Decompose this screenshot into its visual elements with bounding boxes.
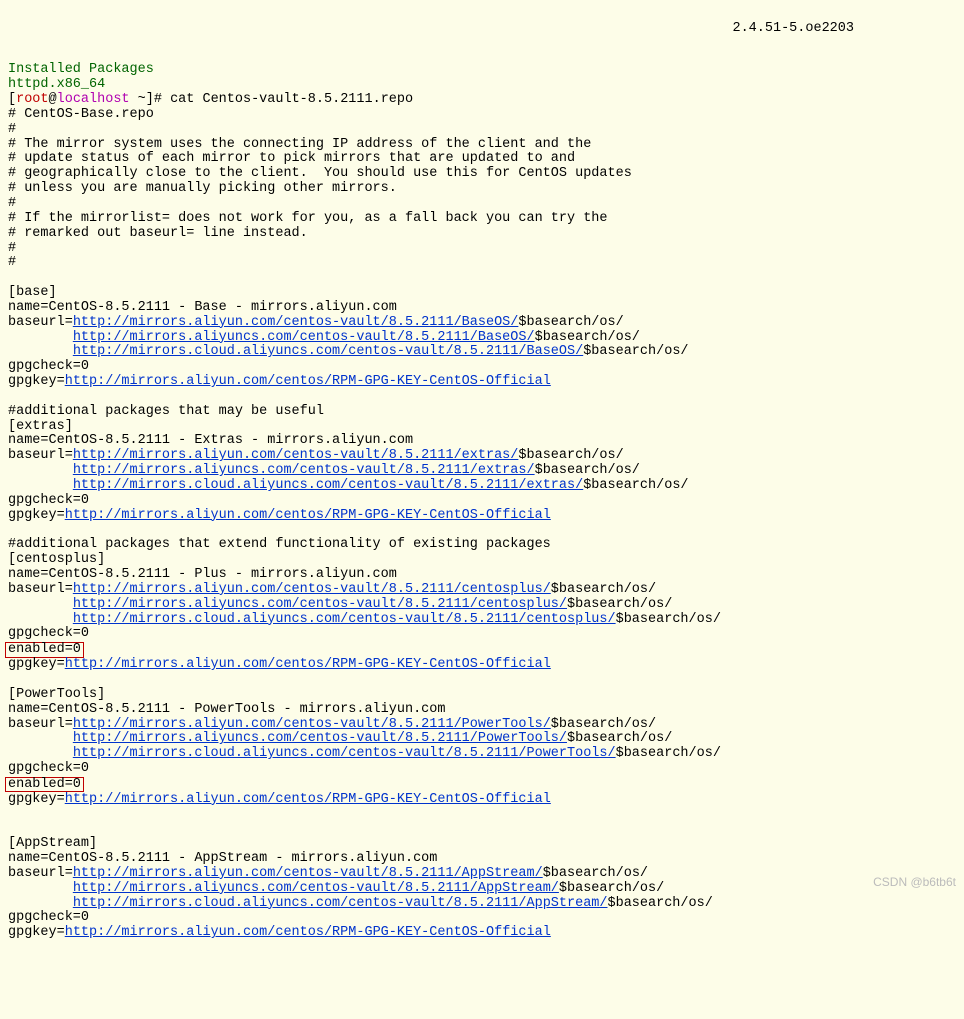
section-powertools: [PowerTools]: [8, 687, 105, 702]
gpgcheck: gpgcheck=0: [8, 626, 89, 641]
prompt-open: [: [8, 92, 16, 107]
repo-name: name=CentOS-8.5.2111 - PowerTools - mirr…: [8, 702, 445, 717]
baseurl-suffix: $basearch/os/: [608, 896, 713, 911]
baseurl-suffix: $basearch/os/: [559, 881, 664, 896]
indent: [8, 896, 73, 911]
gpgkey-prefix: gpgkey=: [8, 374, 65, 389]
baseurl-prefix: baseurl=: [8, 315, 73, 330]
baseurl-suffix: $basearch/os/: [567, 597, 672, 612]
indent: [8, 881, 73, 896]
indent: [8, 612, 73, 627]
comment-line: #: [8, 255, 16, 270]
comment-line: #: [8, 122, 16, 137]
comment-line: #additional packages that extend functio…: [8, 537, 551, 552]
comment-line: #: [8, 196, 16, 211]
baseurl-suffix: $basearch/os/: [551, 582, 656, 597]
indent: [8, 731, 73, 746]
baseurl-link[interactable]: http://mirrors.aliyun.com/centos-vault/8…: [73, 582, 551, 597]
gpgkey-prefix: gpgkey=: [8, 925, 65, 940]
gpgkey-prefix: gpgkey=: [8, 657, 65, 672]
gpgkey-link[interactable]: http://mirrors.aliyun.com/centos/RPM-GPG…: [65, 792, 551, 807]
baseurl-suffix: $basearch/os/: [551, 717, 656, 732]
gpgcheck: gpgcheck=0: [8, 493, 89, 508]
indent: [8, 463, 73, 478]
baseurl-link[interactable]: http://mirrors.cloud.aliyuncs.com/centos…: [73, 478, 583, 493]
repo-name: name=CentOS-8.5.2111 - AppStream - mirro…: [8, 851, 437, 866]
repo-name: name=CentOS-8.5.2111 - Extras - mirrors.…: [8, 433, 413, 448]
section-appstream: [AppStream]: [8, 836, 97, 851]
baseurl-suffix: $basearch/os/: [518, 448, 623, 463]
section-base: [base]: [8, 285, 57, 300]
indent: [8, 746, 73, 761]
baseurl-link[interactable]: http://mirrors.cloud.aliyuncs.com/centos…: [73, 746, 616, 761]
baseurl-suffix: $basearch/os/: [543, 866, 648, 881]
comment-line: # geographically close to the client. Yo…: [8, 166, 632, 181]
enabled-highlight: enabled=0: [5, 777, 84, 793]
comment-line: # The mirror system uses the connecting …: [8, 137, 591, 152]
repo-name: name=CentOS-8.5.2111 - Base - mirrors.al…: [8, 300, 397, 315]
baseurl-link[interactable]: http://mirrors.aliyun.com/centos-vault/8…: [73, 717, 551, 732]
prompt-host: localhost: [57, 92, 130, 107]
prompt-at: @: [49, 92, 57, 107]
gpgkey-link[interactable]: http://mirrors.aliyun.com/centos/RPM-GPG…: [65, 925, 551, 940]
baseurl-link[interactable]: http://mirrors.aliyun.com/centos-vault/8…: [73, 866, 543, 881]
prompt-user: root: [16, 92, 48, 107]
indent: [8, 344, 73, 359]
comment-line: #: [8, 241, 16, 256]
installed-packages-label: Installed Packages: [8, 62, 154, 77]
baseurl-link[interactable]: http://mirrors.aliyun.com/centos-vault/8…: [73, 315, 519, 330]
baseurl-link[interactable]: http://mirrors.aliyuncs.com/centos-vault…: [73, 463, 535, 478]
baseurl-suffix: $basearch/os/: [583, 478, 688, 493]
watermark: CSDN @b6tb6t: [873, 876, 956, 889]
baseurl-suffix: $basearch/os/: [518, 315, 623, 330]
baseurl-prefix: baseurl=: [8, 582, 73, 597]
baseurl-link[interactable]: http://mirrors.aliyun.com/centos-vault/8…: [73, 448, 519, 463]
baseurl-link[interactable]: http://mirrors.aliyuncs.com/centos-vault…: [73, 731, 567, 746]
comment-line: # remarked out baseurl= line instead.: [8, 226, 308, 241]
prompt-command: cat Centos-vault-8.5.2111.repo: [170, 92, 413, 107]
baseurl-prefix: baseurl=: [8, 717, 73, 732]
baseurl-link[interactable]: http://mirrors.cloud.aliyuncs.com/centos…: [73, 896, 608, 911]
section-centosplus: [centosplus]: [8, 552, 105, 567]
indent: [8, 478, 73, 493]
package-version: 2.4.51-5.oe2203: [732, 22, 854, 37]
baseurl-link[interactable]: http://mirrors.aliyuncs.com/centos-vault…: [73, 881, 559, 896]
comment-line: # unless you are manually picking other …: [8, 181, 397, 196]
gpgkey-prefix: gpgkey=: [8, 792, 65, 807]
comment-line: # update status of each mirror to pick m…: [8, 151, 575, 166]
baseurl-link[interactable]: http://mirrors.cloud.aliyuncs.com/centos…: [73, 612, 616, 627]
baseurl-prefix: baseurl=: [8, 866, 73, 881]
gpgkey-link[interactable]: http://mirrors.aliyun.com/centos/RPM-GPG…: [65, 657, 551, 672]
gpgkey-prefix: gpgkey=: [8, 508, 65, 523]
prompt-path: ~]#: [130, 92, 171, 107]
baseurl-suffix: $basearch/os/: [616, 612, 721, 627]
gpgkey-link[interactable]: http://mirrors.aliyun.com/centos/RPM-GPG…: [65, 508, 551, 523]
baseurl-link[interactable]: http://mirrors.aliyuncs.com/centos-vault…: [73, 597, 567, 612]
baseurl-link[interactable]: http://mirrors.aliyuncs.com/centos-vault…: [73, 330, 535, 345]
gpgcheck: gpgcheck=0: [8, 761, 89, 776]
section-extras: [extras]: [8, 419, 73, 434]
comment-line: # If the mirrorlist= does not work for y…: [8, 211, 608, 226]
baseurl-suffix: $basearch/os/: [567, 731, 672, 746]
gpgcheck: gpgcheck=0: [8, 910, 89, 925]
repo-name: name=CentOS-8.5.2111 - Plus - mirrors.al…: [8, 567, 397, 582]
baseurl-suffix: $basearch/os/: [616, 746, 721, 761]
indent: [8, 330, 73, 345]
gpgcheck: gpgcheck=0: [8, 359, 89, 374]
baseurl-link[interactable]: http://mirrors.cloud.aliyuncs.com/centos…: [73, 344, 583, 359]
baseurl-suffix: $basearch/os/: [583, 344, 688, 359]
enabled-highlight: enabled=0: [5, 642, 84, 658]
comment-line: #additional packages that may be useful: [8, 404, 324, 419]
gpgkey-link[interactable]: http://mirrors.aliyun.com/centos/RPM-GPG…: [65, 374, 551, 389]
baseurl-suffix: $basearch/os/: [535, 330, 640, 345]
baseurl-suffix: $basearch/os/: [535, 463, 640, 478]
package-name: httpd.x86_64: [8, 77, 105, 92]
indent: [8, 597, 73, 612]
comment-line: # CentOS-Base.repo: [8, 107, 154, 122]
baseurl-prefix: baseurl=: [8, 448, 73, 463]
